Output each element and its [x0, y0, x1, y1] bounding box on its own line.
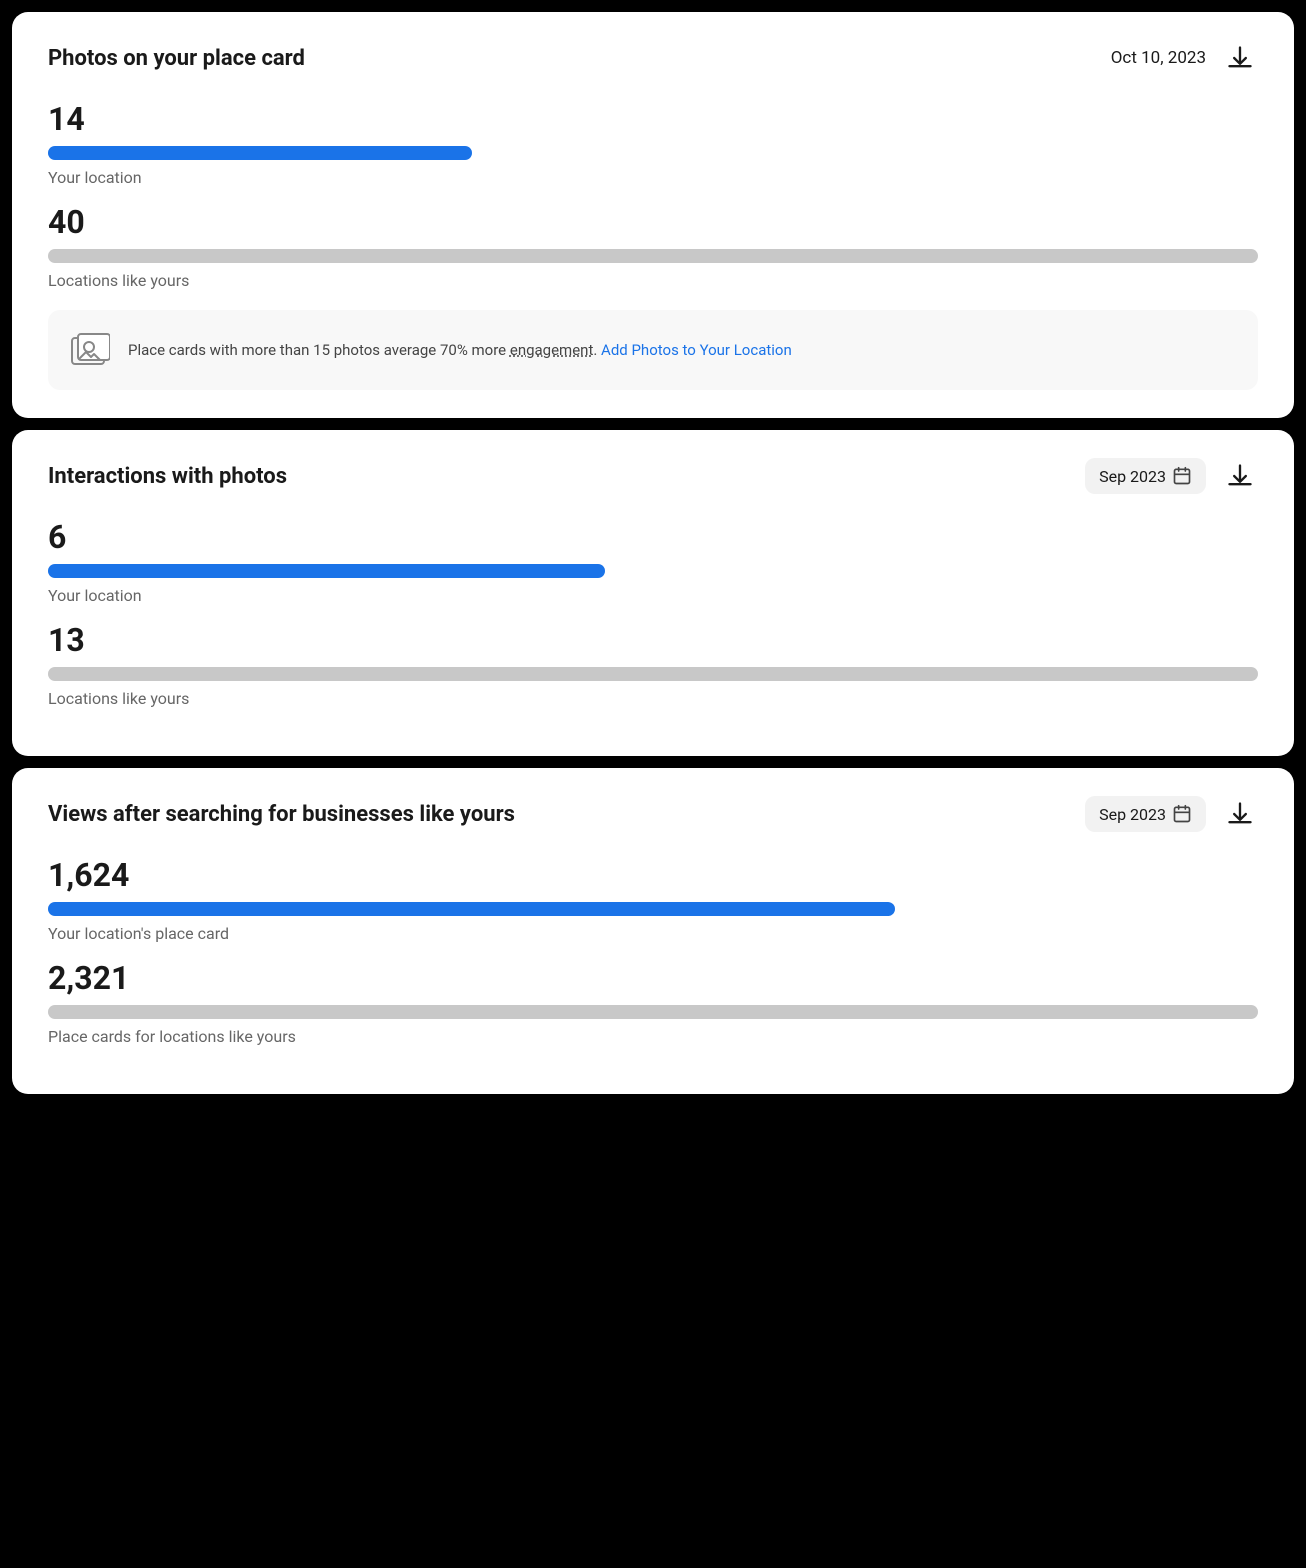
bar-gray-locations-like-yours	[48, 249, 1258, 263]
info-box: Place cards with more than 15 photos ave…	[48, 310, 1258, 390]
metric-value-your-location: 6	[48, 518, 1258, 556]
bar-container-your-location	[48, 146, 1258, 160]
download-button[interactable]	[1222, 458, 1258, 494]
bar-gray-locations-like-yours	[48, 667, 1258, 681]
info-text: Place cards with more than 15 photos ave…	[128, 339, 792, 362]
bar-container-your-location	[48, 564, 1258, 578]
bar-container-locations-like-yours	[48, 667, 1258, 681]
bar-label-your-location-place-card: Your location's place card	[48, 924, 1258, 943]
card-title: Photos on your place card	[48, 46, 305, 71]
download-button[interactable]	[1222, 40, 1258, 76]
download-icon	[1226, 44, 1254, 72]
bar-label-locations-like-yours: Locations like yours	[48, 271, 1258, 290]
date-badge-text: Sep 2023	[1099, 805, 1166, 824]
metric-value-locations-like-yours: 40	[48, 203, 1258, 241]
date-badge[interactable]: Sep 2023	[1085, 458, 1206, 494]
card-header-interactions-photos: Interactions with photos Sep 2023	[48, 458, 1258, 494]
download-icon	[1226, 800, 1254, 828]
header-right: Oct 10, 2023	[1111, 40, 1258, 76]
card-title: Interactions with photos	[48, 464, 287, 489]
header-right: Sep 2023	[1085, 458, 1258, 494]
bar-container-locations-like-yours	[48, 249, 1258, 263]
bar-label-your-location: Your location	[48, 168, 1258, 187]
bar-blue-your-location	[48, 146, 472, 160]
download-button[interactable]	[1222, 796, 1258, 832]
bar-label-locations-like-yours: Locations like yours	[48, 689, 1258, 708]
card-title: Views after searching for businesses lik…	[48, 802, 515, 827]
metric-value-place-cards-locations-like-yours: 2,321	[48, 959, 1258, 997]
card-header-views-searching-businesses: Views after searching for businesses lik…	[48, 796, 1258, 832]
card-photos-place-card: Photos on your place card Oct 10, 2023 14…	[12, 12, 1294, 418]
bar-blue-your-location	[48, 564, 605, 578]
engagement-word: engagement	[510, 341, 594, 359]
info-photos-icon	[68, 328, 112, 372]
header-right: Sep 2023	[1085, 796, 1258, 832]
metric-value-your-location-place-card: 1,624	[48, 856, 1258, 894]
calendar-icon	[1172, 466, 1192, 486]
calendar-icon	[1172, 804, 1192, 824]
bar-label-place-cards-locations-like-yours: Place cards for locations like yours	[48, 1027, 1258, 1046]
card-header-photos-place-card: Photos on your place card Oct 10, 2023	[48, 40, 1258, 76]
add-photos-link[interactable]: Add Photos to Your Location	[601, 341, 792, 359]
metric-value-locations-like-yours: 13	[48, 621, 1258, 659]
bar-container-place-cards-locations-like-yours	[48, 1005, 1258, 1019]
bar-label-your-location: Your location	[48, 586, 1258, 605]
bar-container-your-location-place-card	[48, 902, 1258, 916]
date-badge-text: Sep 2023	[1099, 467, 1166, 486]
photos-icon	[70, 332, 110, 368]
bar-gray-place-cards-locations-like-yours	[48, 1005, 1258, 1019]
bar-blue-your-location-place-card	[48, 902, 895, 916]
card-interactions-photos: Interactions with photos Sep 2023 6 Your l…	[12, 430, 1294, 756]
date-badge[interactable]: Sep 2023	[1085, 796, 1206, 832]
metric-value-your-location: 14	[48, 100, 1258, 138]
card-views-searching-businesses: Views after searching for businesses lik…	[12, 768, 1294, 1094]
download-icon	[1226, 462, 1254, 490]
date-text: Oct 10, 2023	[1111, 48, 1206, 68]
